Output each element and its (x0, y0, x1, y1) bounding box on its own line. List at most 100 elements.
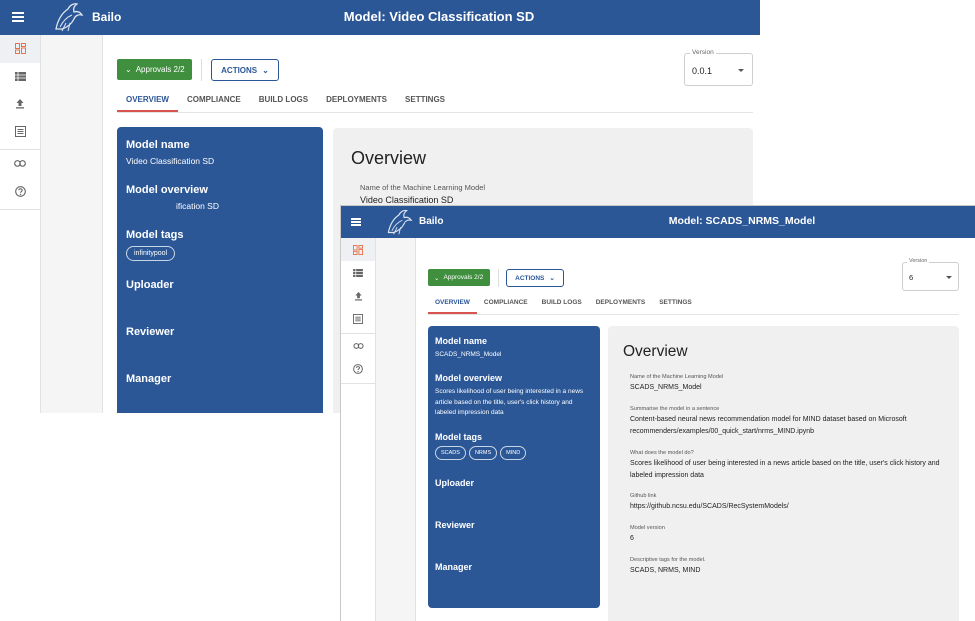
nav-upload[interactable] (0, 90, 40, 118)
link-icon (14, 160, 26, 168)
reviewer-heading: Reviewer (435, 519, 475, 530)
nav-link[interactable] (0, 150, 40, 178)
nav-link[interactable] (341, 334, 375, 357)
field-label: Name of the Machine Learning Model (360, 183, 486, 192)
overview-field: Name of the Machine Learning Model Video… (351, 183, 735, 205)
tab-deployments[interactable]: DEPLOYMENTS (589, 295, 652, 314)
model-overview-value: ification SD (176, 201, 219, 211)
field-value: SCADS, NRMS, MIND (630, 567, 701, 575)
actions-button[interactable]: ACTIONS ⌄ (506, 269, 564, 287)
version-select[interactable]: Version 6 (902, 258, 959, 291)
chevron-down-icon: ⌄ (549, 275, 555, 282)
field-value: 6 (630, 535, 634, 543)
field-value: SCADS_NRMS_Model (630, 384, 702, 391)
field-value: Video Classification SD (360, 195, 454, 205)
field-value: Scores likelihood of user being interest… (630, 459, 940, 479)
model-tags-heading: Model tags (126, 229, 184, 241)
field-label: What does the model do? (630, 449, 694, 456)
tab-settings[interactable]: SETTINGS (396, 90, 454, 112)
manager-heading: Manager (435, 561, 473, 572)
field-label: Summarise the model in a sentence (630, 405, 720, 412)
models-icon (353, 268, 363, 277)
model-tags-heading: Model tags (435, 431, 483, 442)
list-icon (14, 125, 26, 137)
tag-chip[interactable]: MIND (500, 445, 527, 460)
nav-rail (0, 35, 41, 413)
dashboard-icon (14, 43, 26, 55)
help-icon (353, 363, 363, 374)
overview-heading: Overview (351, 148, 427, 168)
model-tags: infinitypool (126, 246, 314, 261)
nav-list[interactable] (0, 118, 40, 146)
nav-list[interactable] (341, 307, 375, 330)
chevron-down-icon: ⌄ (262, 65, 269, 75)
toolbar-divider (201, 59, 202, 81)
approvals-label: Approvals 2/2 (443, 274, 484, 281)
overview-field: Name of the Machine Learning Model SCADS… (623, 374, 944, 577)
tab-build-logs[interactable]: BUILD LOGS (250, 90, 317, 112)
nav-dashboard[interactable] (0, 35, 40, 63)
window-scads-nrms: Bailo Model: SCADS_NRMS_Model ⌄ Approval… (340, 205, 975, 621)
chevron-down-icon: ⌄ (125, 65, 132, 74)
reviewer-heading: Reviewer (126, 326, 175, 338)
approvals-label: Approvals 2/2 (135, 65, 185, 74)
tab-compliance[interactable]: COMPLIANCE (178, 90, 250, 112)
approvals-button[interactable]: ⌄ Approvals 2/2 (117, 59, 192, 80)
caret-down-icon (738, 69, 744, 72)
field-value: Content-based neural news recommendation… (630, 415, 907, 435)
model-name-value: SCADS_NRMS_Model (435, 351, 502, 358)
field-value[interactable]: https://github.ncsu.edu/SCADS/RecSystemM… (630, 501, 944, 513)
nav-upload[interactable] (341, 284, 375, 307)
tag-chip[interactable]: SCADS (435, 445, 466, 460)
model-summary-card: Model name Video Classification SD Model… (117, 127, 323, 413)
version-value: 0.0.1 (692, 66, 713, 76)
tag-chip[interactable]: NRMS (468, 445, 498, 460)
uploader-heading: Uploader (126, 279, 174, 291)
nav-models[interactable] (341, 261, 375, 284)
app-bar: Bailo Model: SCADS_NRMS_Model (341, 206, 975, 238)
toolbar-divider (498, 269, 499, 287)
model-name-value: Video Classification SD (126, 156, 215, 166)
approvals-button[interactable]: ⌄ Approvals 2/2 (428, 269, 490, 286)
nav-help[interactable] (341, 357, 375, 380)
model-name-heading: Model name (435, 336, 488, 346)
overview-heading: Overview (623, 343, 688, 360)
tab-overview[interactable]: OVERVIEW (117, 90, 178, 112)
overview-panel: Overview Name of the Machine Learning Mo… (608, 326, 959, 621)
nav-help[interactable] (0, 178, 40, 206)
actions-label: ACTIONS (515, 274, 545, 282)
field-label: Github link (630, 493, 657, 500)
model-name-heading: Model name (126, 139, 190, 151)
side-gutter (41, 35, 103, 413)
version-select[interactable]: Version 0.0.1 (684, 49, 753, 86)
actions-button[interactable]: ACTIONS ⌄ (211, 59, 279, 81)
page-title: Model: SCADS_NRMS_Model (668, 215, 816, 227)
tag-chip[interactable]: infinitypool (126, 246, 176, 261)
model-overview-heading: Model overview (435, 373, 503, 384)
tab-bar: OVERVIEW COMPLIANCE BUILD LOGS DEPLOYMEN… (428, 295, 959, 315)
actions-label: ACTIONS (221, 65, 258, 75)
version-value: 6 (909, 273, 914, 282)
tab-bar: OVERVIEW COMPLIANCE BUILD LOGS DEPLOYMEN… (117, 90, 753, 113)
version-label: Version (690, 49, 716, 56)
tab-build-logs[interactable]: BUILD LOGS (535, 295, 589, 314)
page-title: Model: Video Classification SD (343, 9, 535, 24)
field-label: Model version (630, 525, 665, 532)
nav-dashboard[interactable] (341, 238, 375, 261)
chevron-down-icon: ⌄ (434, 274, 440, 282)
model-overview-value: Scores likelihood of user being interest… (435, 388, 584, 417)
nav-models[interactable] (0, 63, 40, 91)
field-label: Descriptive tags for the model. (630, 557, 706, 564)
help-icon (14, 185, 26, 197)
version-label: Version (907, 258, 930, 264)
model-summary-card: Model name SCADS_NRMS_Model Model overvi… (428, 326, 600, 608)
tab-overview[interactable]: OVERVIEW (428, 295, 477, 314)
tab-compliance[interactable]: COMPLIANCE (477, 295, 535, 314)
tab-settings[interactable]: SETTINGS (652, 295, 699, 314)
link-icon (352, 342, 364, 349)
upload-icon (354, 291, 362, 300)
tab-deployments[interactable]: DEPLOYMENTS (317, 90, 396, 112)
dashboard-icon (353, 244, 363, 255)
caret-down-icon (946, 276, 952, 279)
list-icon (353, 313, 363, 324)
